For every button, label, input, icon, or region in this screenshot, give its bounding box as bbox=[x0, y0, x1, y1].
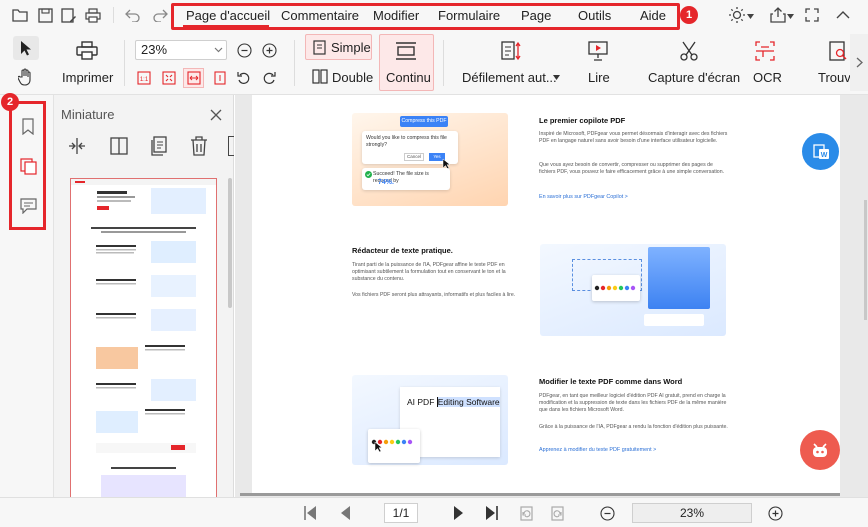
editor-text-selected: Editing Software bbox=[436, 397, 500, 407]
section-text-copilot-2: Que vous ayez besoin de convertir, compr… bbox=[539, 162, 725, 176]
annotation-badge-2: 2 bbox=[1, 93, 19, 111]
rotate-left-icon[interactable] bbox=[236, 70, 252, 86]
edit-text-link[interactable]: Apprenez à modifier du texte PDF gratuit… bbox=[539, 447, 656, 453]
annotation-box-2 bbox=[9, 101, 46, 230]
undo-icon[interactable] bbox=[125, 7, 141, 23]
result-percent: 74%. bbox=[378, 179, 394, 186]
section-text-edit-1: PDFgear, en tant que meilleur logiciel d… bbox=[539, 393, 727, 414]
zoom-out-icon[interactable] bbox=[599, 505, 615, 521]
single-page-icon bbox=[312, 39, 327, 55]
collapse-ribbon-icon[interactable] bbox=[835, 7, 851, 23]
menu-bar: Page d'accueil Commentaire Modifier Form… bbox=[0, 0, 868, 31]
annotation-box-1 bbox=[171, 3, 680, 30]
double-page-icon bbox=[311, 68, 328, 85]
zoom-in-icon[interactable] bbox=[767, 505, 783, 521]
zoom-in-icon[interactable] bbox=[261, 42, 278, 59]
previous-view-icon[interactable] bbox=[517, 504, 535, 522]
section-text-edit-2: Grâce à la puissance de l'IA, PDFgear a … bbox=[539, 424, 728, 430]
last-page-icon[interactable] bbox=[484, 504, 500, 522]
page-number-input[interactable]: 1/1 bbox=[384, 503, 418, 523]
compress-pdf-chip: Compress this PDF bbox=[400, 116, 448, 127]
ocr-button[interactable]: OCR bbox=[753, 70, 782, 85]
split-page-icon[interactable] bbox=[108, 136, 130, 156]
fit-width-icon[interactable] bbox=[183, 68, 204, 88]
ocr-icon bbox=[753, 39, 777, 63]
fit-page-icon[interactable] bbox=[161, 70, 177, 86]
page-bottom-edge bbox=[240, 493, 840, 496]
more-thumb-tools[interactable] bbox=[228, 136, 234, 156]
previous-page-icon[interactable] bbox=[338, 504, 352, 522]
simple-label: Simple bbox=[331, 40, 371, 55]
chevron-down-icon[interactable] bbox=[552, 74, 560, 80]
thumbnail-scrollbar[interactable] bbox=[228, 178, 232, 308]
close-icon[interactable] bbox=[208, 107, 224, 123]
chevron-right-icon[interactable] bbox=[854, 56, 864, 68]
redo-icon[interactable] bbox=[152, 7, 168, 23]
convert-to-word-button[interactable]: W bbox=[802, 133, 839, 170]
theme-sun-icon[interactable] bbox=[728, 6, 746, 24]
svg-text:1:1: 1:1 bbox=[140, 77, 149, 83]
editor-text: AI PDF Editing Software bbox=[407, 397, 500, 407]
document-scrollbar[interactable] bbox=[864, 200, 867, 320]
first-page-icon[interactable] bbox=[302, 504, 318, 522]
auto-scroll-button[interactable]: Défilement aut... bbox=[462, 70, 557, 85]
svg-text:W: W bbox=[820, 152, 827, 159]
next-view-icon[interactable] bbox=[549, 504, 567, 522]
read-aloud-icon bbox=[586, 39, 610, 63]
save-icon[interactable] bbox=[37, 7, 53, 23]
print-button[interactable]: Imprimer bbox=[62, 70, 113, 85]
share-icon[interactable] bbox=[769, 6, 787, 24]
ribbon-toolbar bbox=[0, 31, 868, 95]
section-text-writer-1: Tirant parti de la puissance de l'IA, PD… bbox=[352, 262, 506, 283]
thumbnail-panel-title: Miniature bbox=[61, 107, 115, 122]
blue-text-block bbox=[648, 247, 710, 309]
zoom-value: 23% bbox=[141, 42, 168, 57]
zoom-out-icon[interactable] bbox=[236, 42, 253, 59]
rotate-right-icon[interactable] bbox=[261, 70, 277, 86]
select-tool-icon[interactable] bbox=[13, 36, 39, 60]
check-icon bbox=[365, 171, 372, 178]
extract-page-icon[interactable] bbox=[148, 135, 170, 157]
copilot-link[interactable]: En savoir plus sur PDFgear Copilot > bbox=[539, 194, 628, 200]
actual-size-icon[interactable]: 1:1 bbox=[136, 70, 152, 86]
save-as-icon[interactable] bbox=[61, 7, 77, 23]
chevron-down-icon[interactable] bbox=[213, 45, 223, 55]
hand-tool-icon[interactable] bbox=[15, 66, 37, 88]
section-title-writer: Rédacteur de texte pratique. bbox=[352, 246, 453, 255]
trash-icon[interactable] bbox=[188, 135, 210, 157]
annotation-badge-1: 1 bbox=[680, 6, 698, 24]
cancel-chip: Cancel bbox=[404, 153, 424, 161]
next-page-icon[interactable] bbox=[452, 504, 466, 522]
pdf-page: Compress this PDF Would you like to comp… bbox=[252, 95, 840, 493]
find-icon bbox=[826, 39, 850, 63]
section-title-edit: Modifier le texte PDF comme dans Word bbox=[539, 377, 683, 386]
writer-text-line bbox=[644, 314, 704, 326]
page-thumbnail[interactable] bbox=[70, 178, 217, 498]
auto-scroll-icon bbox=[499, 39, 523, 63]
ai-assistant-robot-button[interactable] bbox=[800, 430, 840, 470]
zoom-level-display[interactable]: 23% bbox=[632, 503, 752, 523]
section-text-copilot-1: Inspiré de Microsoft, PDFgear vous perme… bbox=[539, 131, 728, 145]
open-folder-icon[interactable] bbox=[12, 7, 28, 23]
continuous-label: Continu bbox=[386, 70, 431, 85]
chat-question: Would you like to compress this file str… bbox=[366, 135, 447, 149]
editor-text-plain: AI PDF bbox=[407, 397, 437, 407]
continuous-icon bbox=[393, 39, 419, 63]
insert-page-icon[interactable] bbox=[66, 136, 88, 156]
fit-height-icon[interactable] bbox=[212, 70, 228, 86]
print-icon[interactable] bbox=[85, 7, 101, 23]
printer-icon[interactable] bbox=[75, 40, 99, 62]
read-button[interactable]: Lire bbox=[588, 70, 610, 85]
double-view-button[interactable]: Double bbox=[332, 70, 373, 85]
chevron-down-icon[interactable] bbox=[786, 12, 794, 20]
fullscreen-icon[interactable] bbox=[804, 7, 820, 23]
section-text-writer-2: Vos fichiers PDF seront plus attrayants,… bbox=[352, 292, 516, 298]
section-title-copilot: Le premier copilote PDF bbox=[539, 116, 626, 125]
scissors-icon bbox=[677, 39, 701, 63]
cursor-icon bbox=[373, 441, 383, 453]
screenshot-button[interactable]: Capture d'écran bbox=[648, 70, 740, 85]
chevron-down-icon[interactable] bbox=[746, 12, 754, 20]
